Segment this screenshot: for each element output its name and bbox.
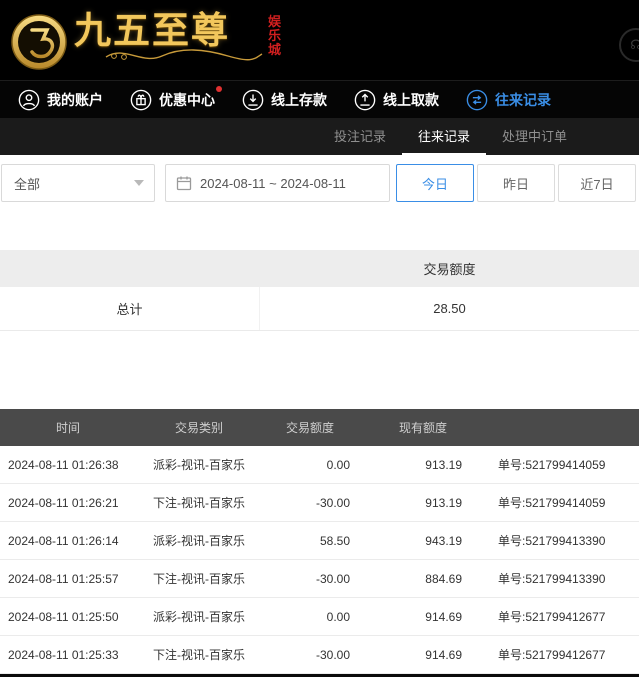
cell-amount: -30.00 xyxy=(262,648,358,662)
brand-title: 九五至尊 xyxy=(74,9,264,53)
cell-order: 单号:521799414059 xyxy=(488,456,639,473)
cell-order: 单号:521799412677 xyxy=(488,646,639,663)
cell-type: 下注-视讯-百家乐 xyxy=(136,496,262,510)
table-row: 2024-08-11 01:26:38 派彩-视讯-百家乐 0.00 913.1… xyxy=(0,446,639,484)
brand-text-block: 九五至尊 xyxy=(74,9,264,63)
cell-order: 单号:521799413390 xyxy=(488,532,639,549)
cell-balance: 913.19 xyxy=(358,496,488,510)
last7days-button[interactable]: 近7日 xyxy=(558,164,636,202)
withdraw-icon xyxy=(354,89,376,111)
page: 九五至尊 娱 乐 城 ☊ 我的账户 xyxy=(0,0,639,677)
cell-balance: 943.19 xyxy=(358,534,488,548)
gift-icon xyxy=(130,89,152,111)
cell-balance: 913.19 xyxy=(358,458,488,472)
date-range-value: 2024-08-11 ~ 2024-08-11 xyxy=(200,176,346,191)
tab-betting-records[interactable]: 投注记录 xyxy=(318,118,402,155)
user-icon xyxy=(18,89,40,111)
nav-label: 我的账户 xyxy=(47,90,103,110)
cell-type: 派彩-视讯-百家乐 xyxy=(136,610,262,624)
header-balance: 现有额度 xyxy=(358,419,488,436)
brand-subtitle: 娱 乐 城 xyxy=(268,15,281,57)
tab-transaction-records[interactable]: 往来记录 xyxy=(402,118,486,155)
category-select[interactable]: 全部 xyxy=(1,164,155,202)
spacer xyxy=(0,211,639,250)
cell-time: 2024-08-11 01:25:57 xyxy=(0,572,136,586)
main-nav: 我的账户 优惠中心 线上存款 线上取款 往来记录 xyxy=(0,80,639,118)
cell-time: 2024-08-11 01:25:33 xyxy=(0,648,136,662)
spacer xyxy=(0,331,639,409)
notification-dot xyxy=(216,86,222,92)
nav-item-my-account[interactable]: 我的账户 xyxy=(18,89,103,111)
tab-processing-orders[interactable]: 处理中订单 xyxy=(486,118,583,155)
cell-amount: -30.00 xyxy=(262,496,358,510)
brand-logo[interactable]: 九五至尊 娱 乐 城 xyxy=(10,9,281,71)
summary-total-label: 总计 xyxy=(0,287,260,330)
cell-type: 派彩-视讯-百家乐 xyxy=(136,458,262,472)
nav-item-records[interactable]: 往来记录 xyxy=(466,89,551,111)
coin-emblem-icon xyxy=(10,13,68,71)
cell-amount: -30.00 xyxy=(262,572,358,586)
cell-time: 2024-08-11 01:25:50 xyxy=(0,610,136,624)
cell-time: 2024-08-11 01:26:21 xyxy=(0,496,136,510)
yesterday-button[interactable]: 昨日 xyxy=(477,164,555,202)
header-type: 交易类别 xyxy=(136,421,262,435)
summary-header-amount: 交易额度 xyxy=(260,259,639,278)
cell-amount: 0.00 xyxy=(262,458,358,472)
quick-filter-group: 今日 昨日 近7日 xyxy=(396,164,636,202)
records-icon xyxy=(466,89,488,111)
cell-order: 单号:521799414059 xyxy=(488,494,639,511)
cell-order: 单号:521799412677 xyxy=(488,608,639,625)
cell-balance: 884.69 xyxy=(358,572,488,586)
cell-time: 2024-08-11 01:26:14 xyxy=(0,534,136,548)
nav-item-promotions[interactable]: 优惠中心 xyxy=(130,89,215,111)
date-range-input[interactable]: 2024-08-11 ~ 2024-08-11 xyxy=(165,164,390,202)
deposit-icon xyxy=(242,89,264,111)
cell-amount: 0.00 xyxy=(262,610,358,624)
nav-label: 优惠中心 xyxy=(159,90,215,110)
cell-order: 单号:521799413390 xyxy=(488,570,639,587)
summary-total-value: 28.50 xyxy=(260,301,639,316)
cell-type: 下注-视讯-百家乐 xyxy=(136,648,262,662)
category-select-value: 全部 xyxy=(14,174,40,193)
table-row: 2024-08-11 01:26:14 派彩-视讯-百家乐 58.50 943.… xyxy=(0,522,639,560)
subtab-bar: 投注记录 往来记录 处理中订单 xyxy=(0,118,639,155)
cell-balance: 914.69 xyxy=(358,648,488,662)
table-row: 2024-08-11 01:25:50 派彩-视讯-百家乐 0.00 914.6… xyxy=(0,598,639,636)
site-header: 九五至尊 娱 乐 城 ☊ xyxy=(0,0,639,80)
summary-header-row: 交易额度 xyxy=(0,250,639,287)
summary-total-row: 总计 28.50 xyxy=(0,287,639,331)
today-button[interactable]: 今日 xyxy=(396,164,474,202)
calendar-icon xyxy=(176,175,192,191)
cell-type: 下注-视讯-百家乐 xyxy=(136,572,262,586)
table-row: 2024-08-11 01:26:21 下注-视讯-百家乐 -30.00 913… xyxy=(0,484,639,522)
header-amount: 交易额度 xyxy=(262,419,358,436)
nav-label: 线上存款 xyxy=(271,90,327,110)
cell-type: 派彩-视讯-百家乐 xyxy=(136,534,262,548)
chevron-down-icon xyxy=(134,180,144,186)
cell-balance: 914.69 xyxy=(358,610,488,624)
table-header-row: 时间 交易类别 交易额度 现有额度 xyxy=(0,409,639,446)
filter-bar: 全部 2024-08-11 ~ 2024-08-11 今日 昨日 近7日 xyxy=(0,155,639,211)
cell-time: 2024-08-11 01:26:38 xyxy=(0,458,136,472)
cell-amount: 58.50 xyxy=(262,534,358,548)
service-icon[interactable]: ☊ xyxy=(619,28,639,62)
nav-label: 往来记录 xyxy=(495,90,551,110)
nav-item-withdraw[interactable]: 线上取款 xyxy=(354,89,439,111)
nav-label: 线上取款 xyxy=(383,90,439,110)
nav-item-deposit[interactable]: 线上存款 xyxy=(242,89,327,111)
header-time: 时间 xyxy=(0,419,136,436)
table-row: 2024-08-11 01:25:57 下注-视讯-百家乐 -30.00 884… xyxy=(0,560,639,598)
table-row: 2024-08-11 01:25:33 下注-视讯-百家乐 -30.00 914… xyxy=(0,636,639,674)
